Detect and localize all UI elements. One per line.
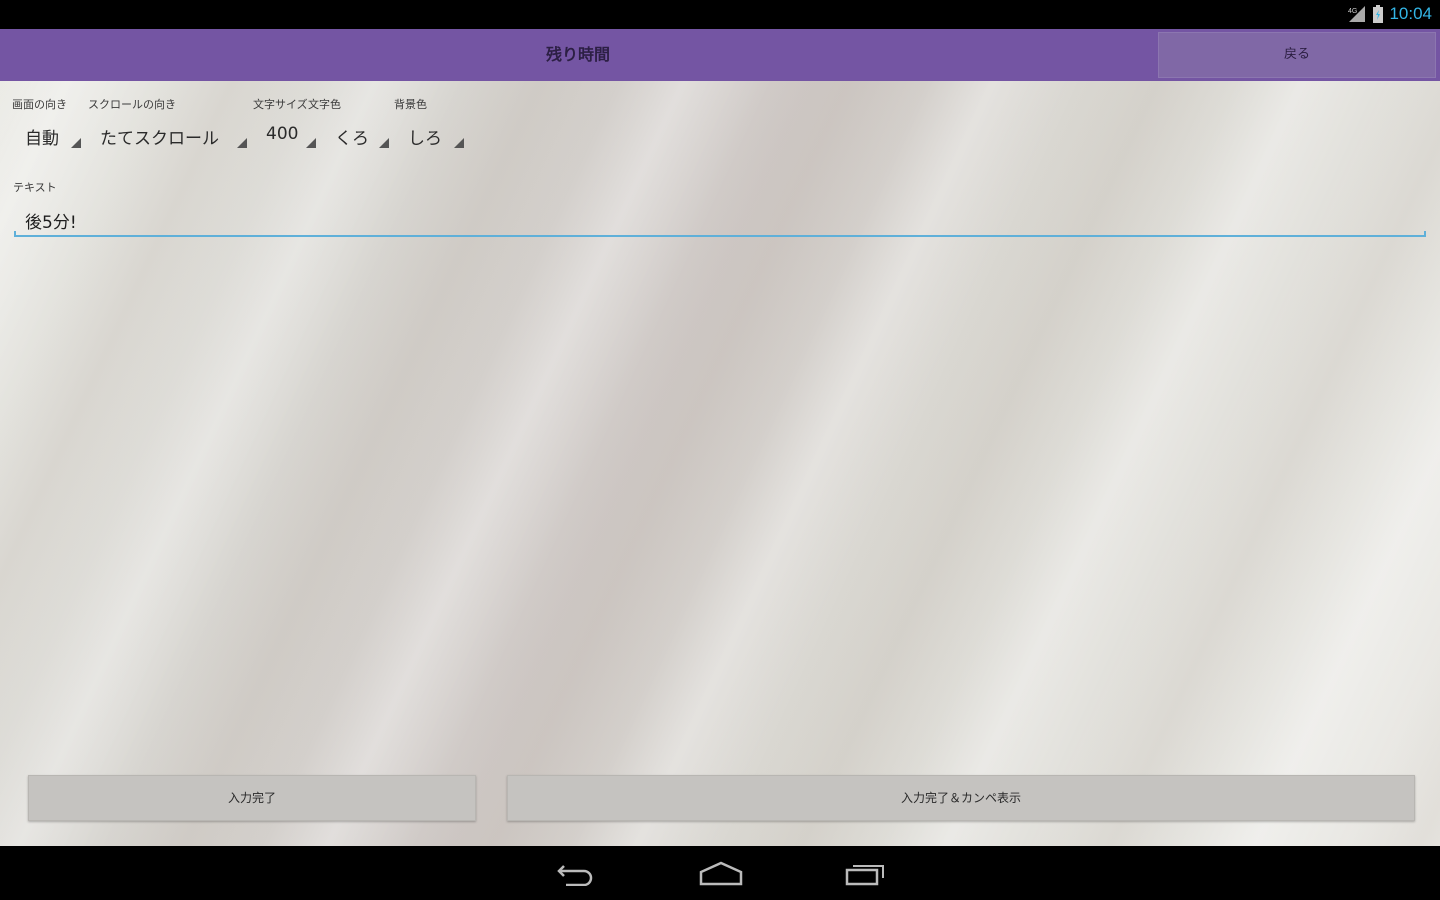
orientation-spinner[interactable]: 自動 xyxy=(13,118,81,149)
text-color-value: くろ xyxy=(335,129,369,149)
action-bar: 残り時間 戻る xyxy=(0,29,1440,81)
status-icons: 4G 10:04 xyxy=(1347,3,1432,25)
dropdown-triangle-icon xyxy=(306,138,316,148)
text-input-underline xyxy=(14,235,1426,237)
scroll-value: たてスクロール xyxy=(100,129,219,149)
back-button[interactable]: 戻る xyxy=(1158,32,1436,78)
dropdown-triangle-icon xyxy=(454,138,464,148)
page-title: 残り時間 xyxy=(545,45,610,64)
background-color-spinner[interactable]: しろ xyxy=(396,118,464,149)
svg-text:4G: 4G xyxy=(1348,8,1357,15)
text-input-value: 後5分! xyxy=(25,213,77,233)
battery-icon xyxy=(1373,5,1384,23)
text-input[interactable]: 後5分! xyxy=(14,199,1426,237)
content-area: 画面の向き スクロールの向き 文字サイズ 文字色 背景色 自動 たてスクロール … xyxy=(0,81,1440,846)
dropdown-triangle-icon xyxy=(379,138,389,148)
scroll-label: スクロールの向き xyxy=(88,98,176,111)
font-size-label: 文字サイズ xyxy=(253,98,308,111)
orientation-label: 画面の向き xyxy=(12,98,67,111)
text-color-spinner[interactable]: くろ xyxy=(323,118,389,149)
navigation-bar xyxy=(0,846,1440,900)
back-icon[interactable] xyxy=(556,860,596,890)
text-input-cap-left xyxy=(14,231,16,237)
scroll-spinner[interactable]: たてスクロール xyxy=(88,118,247,149)
text-input-cap-right xyxy=(1424,231,1426,237)
done-button[interactable]: 入力完了 xyxy=(28,775,476,821)
clock: 10:04 xyxy=(1389,4,1432,23)
text-color-label: 文字色 xyxy=(308,98,341,111)
background-color-value: しろ xyxy=(408,129,442,149)
background-color-label: 背景色 xyxy=(394,98,427,111)
recent-apps-icon[interactable] xyxy=(845,860,887,890)
font-size-value: 400 xyxy=(266,124,299,144)
home-icon[interactable] xyxy=(699,860,743,890)
signal-icon: 4G xyxy=(1347,5,1367,23)
orientation-value: 自動 xyxy=(25,129,59,149)
status-bar: 4G 10:04 xyxy=(0,0,1440,29)
font-size-spinner[interactable]: 400 xyxy=(254,118,316,148)
dropdown-triangle-icon xyxy=(237,138,247,148)
dropdown-triangle-icon xyxy=(71,138,81,148)
text-label: テキスト xyxy=(13,181,57,194)
done-and-show-button[interactable]: 入力完了＆カンペ表示 xyxy=(507,775,1415,821)
